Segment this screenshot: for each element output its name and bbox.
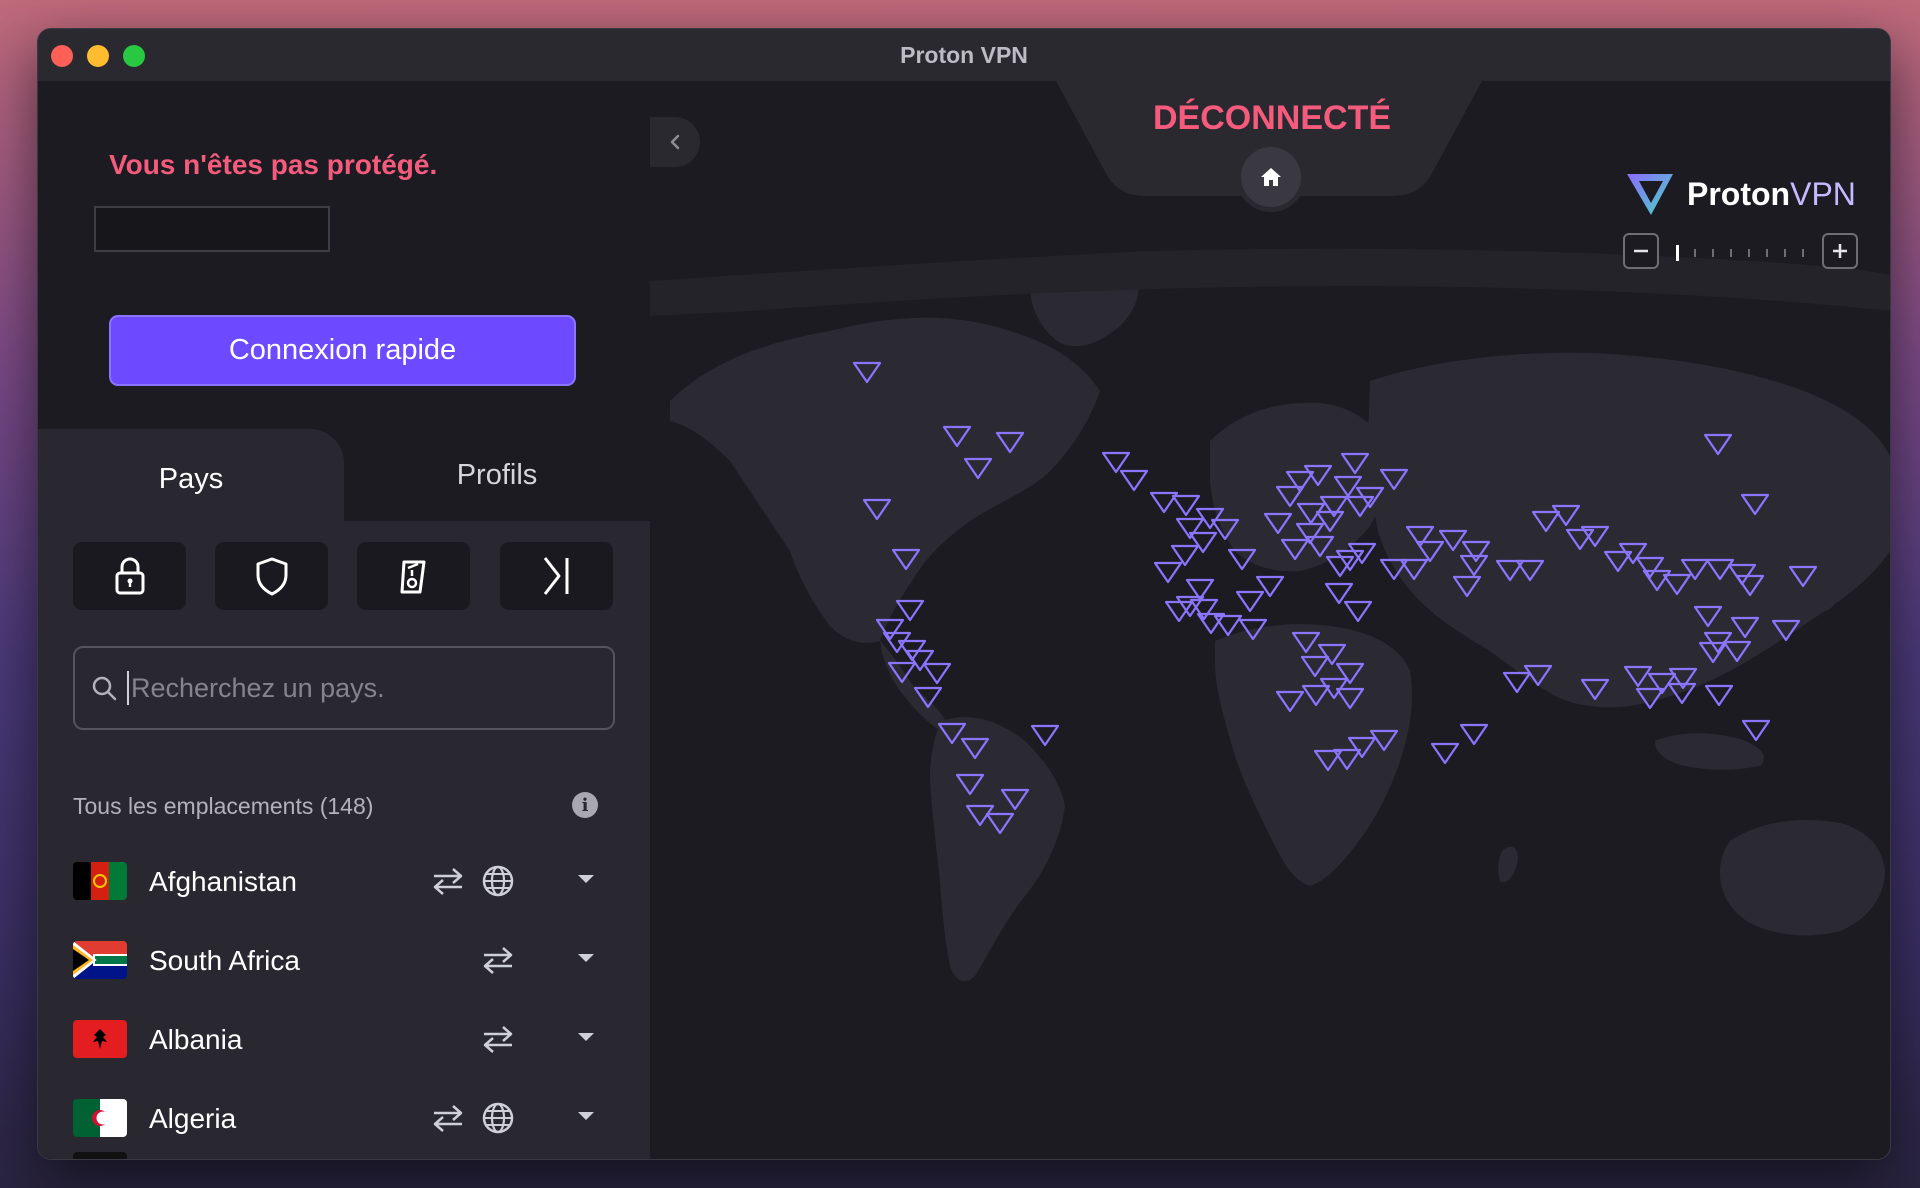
zoom-tick	[1676, 245, 1679, 261]
all-locations-header: Tous les emplacements (148)	[73, 793, 374, 819]
brand-vpn: VPN	[1790, 175, 1856, 212]
connection-status-label: DÉCONNECTÉ	[1153, 99, 1392, 137]
tab-countries[interactable]: Pays	[38, 429, 344, 529]
chevron-down-icon[interactable]	[576, 951, 596, 965]
quick-connect-button[interactable]: Connexion rapide	[109, 315, 576, 386]
close-window-button[interactable]	[51, 45, 73, 67]
globe-icon	[482, 1102, 514, 1134]
country-row-south-africa[interactable]: South Africa	[38, 921, 650, 1000]
zoom-level-slider[interactable]	[1673, 243, 1809, 263]
server-location-marker[interactable]	[922, 662, 952, 685]
server-location-marker[interactable]	[1153, 561, 1183, 584]
ip-address-redacted	[94, 206, 330, 252]
protection-status: Vous n'êtes pas protégé.	[109, 149, 438, 180]
proton-vpn-logo: ProtonVPN	[1625, 171, 1856, 217]
zoom-tick	[1748, 249, 1750, 257]
country-search-field[interactable]	[73, 646, 615, 730]
streaming-filter-button[interactable]	[357, 542, 470, 610]
maximize-window-button[interactable]	[123, 45, 145, 67]
server-location-marker[interactable]	[1430, 742, 1460, 765]
info-icon[interactable]: i	[572, 792, 598, 818]
server-location-marker[interactable]	[1213, 614, 1243, 637]
app-window: Proton VPN Vous n'êtes pas protégé. Conn…	[37, 28, 1891, 1160]
minus-icon	[1634, 249, 1648, 253]
server-location-marker[interactable]	[1030, 724, 1060, 747]
minimize-window-button[interactable]	[87, 45, 109, 67]
country-name: Afghanistan	[149, 866, 297, 897]
title-bar: Proton VPN	[38, 29, 1890, 81]
countries-panel: Tous les emplacements (148) i Afghanista…	[38, 521, 650, 1159]
home-icon	[1261, 168, 1281, 186]
netshield-filter-button[interactable]	[215, 542, 328, 610]
search-icon	[89, 673, 119, 703]
zoom-tick	[1802, 249, 1804, 257]
plus-icon	[1833, 244, 1847, 258]
globe-icon	[482, 865, 514, 897]
home-button[interactable]	[1241, 147, 1301, 207]
server-location-marker[interactable]	[1343, 600, 1373, 623]
country-name: Algeria	[149, 1103, 237, 1134]
server-location-marker[interactable]	[1175, 517, 1205, 540]
collapse-all-button[interactable]	[500, 542, 613, 610]
server-location-marker[interactable]	[1235, 590, 1265, 613]
flag-afghanistan-icon	[73, 862, 127, 900]
map-zoom-control	[1623, 233, 1859, 273]
brand-name: ProtonVPN	[1687, 176, 1856, 213]
server-location-marker[interactable]	[1459, 723, 1489, 746]
world-map[interactable]: DÉCONNECTÉ ProtonVPN	[650, 81, 1890, 1159]
flag-algeria-icon	[73, 1099, 127, 1137]
server-location-marker[interactable]	[1119, 469, 1149, 492]
sidebar: Vous n'êtes pas protégé. Connexion rapid…	[38, 81, 650, 1159]
zoom-tick	[1766, 249, 1768, 257]
p2p-icon	[433, 1105, 463, 1132]
p2p-icon	[433, 868, 463, 895]
text-cursor	[127, 671, 129, 705]
country-row-algeria[interactable]: Algeria	[38, 1079, 650, 1158]
window-title: Proton VPN	[900, 41, 1028, 68]
secure-core-filter-button[interactable]	[73, 542, 186, 610]
flag-albania-icon	[73, 1020, 127, 1058]
shield-icon	[256, 557, 287, 596]
server-location-marker[interactable]	[1325, 555, 1355, 578]
country-row-albania[interactable]: Albania	[38, 1000, 650, 1079]
chevron-down-icon[interactable]	[576, 1030, 596, 1044]
collapse-all-icon	[543, 557, 568, 595]
flag-south-africa-icon	[73, 941, 127, 979]
server-location-marker[interactable]	[1324, 582, 1354, 605]
zoom-in-button[interactable]	[1822, 233, 1858, 269]
collapse-sidebar-button[interactable]	[650, 117, 700, 167]
zoom-tick	[1712, 249, 1714, 257]
brand-proton: Proton	[1687, 175, 1791, 212]
server-location-marker[interactable]	[1188, 531, 1218, 554]
proton-logo-icon	[1627, 174, 1673, 215]
country-row-afghanistan[interactable]: Afghanistan	[38, 842, 650, 921]
zoom-tick	[1730, 249, 1732, 257]
server-location-marker[interactable]	[895, 599, 925, 622]
zoom-tick	[1694, 249, 1696, 257]
tabs-area: Pays Profils Recherchez un pays. Tous le…	[38, 429, 650, 1159]
country-name: South Africa	[149, 945, 300, 976]
server-location-marker[interactable]	[1171, 494, 1201, 517]
zoom-tick	[1784, 249, 1786, 257]
p2p-icon	[483, 947, 513, 974]
chevron-down-icon[interactable]	[576, 872, 596, 886]
server-location-marker[interactable]	[1101, 451, 1131, 474]
country-name: Albania	[149, 1024, 243, 1055]
window-controls	[51, 45, 145, 67]
server-location-marker[interactable]	[1704, 684, 1734, 707]
tab-bar: Pays Profils	[38, 429, 650, 529]
search-input[interactable]	[131, 672, 591, 704]
tab-profiles[interactable]: Profils	[344, 429, 650, 521]
zoom-out-button[interactable]	[1623, 233, 1659, 269]
p2p-icon	[483, 1026, 513, 1053]
streaming-icon	[400, 560, 425, 594]
chevron-down-icon[interactable]	[576, 1109, 596, 1123]
flag-partial-icon	[73, 1152, 127, 1159]
server-location-marker[interactable]	[1741, 719, 1771, 742]
chevron-left-icon	[670, 134, 680, 150]
lock-icon	[115, 557, 144, 595]
